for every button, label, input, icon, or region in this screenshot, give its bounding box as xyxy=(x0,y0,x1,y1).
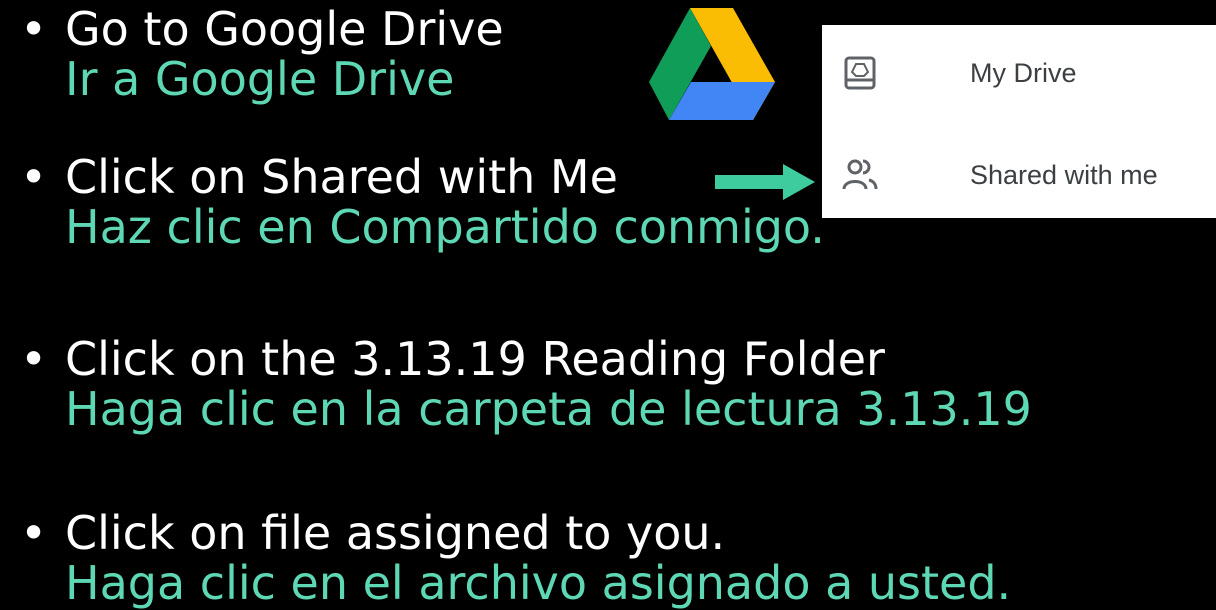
right-arrow-icon xyxy=(715,164,815,200)
bullet-text-es: Haga clic en el archivo asignado a usted… xyxy=(65,556,1012,610)
bullet-marker: • xyxy=(20,506,48,560)
menu-item-shared-with-me[interactable]: Shared with me xyxy=(822,145,1216,205)
bullet-text-es: Haga clic en la carpeta de lectura 3.13.… xyxy=(65,382,1032,436)
menu-item-my-drive[interactable]: My Drive xyxy=(822,43,1216,103)
bullet-text-en: Go to Google Drive xyxy=(65,2,504,56)
slide: • Go to Google Drive Ir a Google Drive •… xyxy=(0,0,1216,610)
bullet-text-en: Click on Shared with Me xyxy=(65,150,618,204)
google-drive-logo xyxy=(649,8,775,120)
my-drive-icon xyxy=(844,56,876,90)
bullet-text-es: Haz clic en Compartido conmigo. xyxy=(65,200,825,254)
bullet-marker: • xyxy=(20,332,48,386)
bullet-text-en: Click on file assigned to you. xyxy=(65,506,726,560)
bullet-marker: • xyxy=(20,150,48,204)
shared-with-me-icon xyxy=(842,159,878,190)
bullet-marker: • xyxy=(20,2,48,56)
menu-item-label: My Drive xyxy=(970,58,1077,88)
menu-item-label: Shared with me xyxy=(970,160,1158,190)
bullet-text-en: Click on the 3.13.19 Reading Folder xyxy=(65,332,885,386)
bullet-text-es: Ir a Google Drive xyxy=(65,52,455,106)
drive-menu-panel: My Drive Shared with me xyxy=(822,25,1216,218)
